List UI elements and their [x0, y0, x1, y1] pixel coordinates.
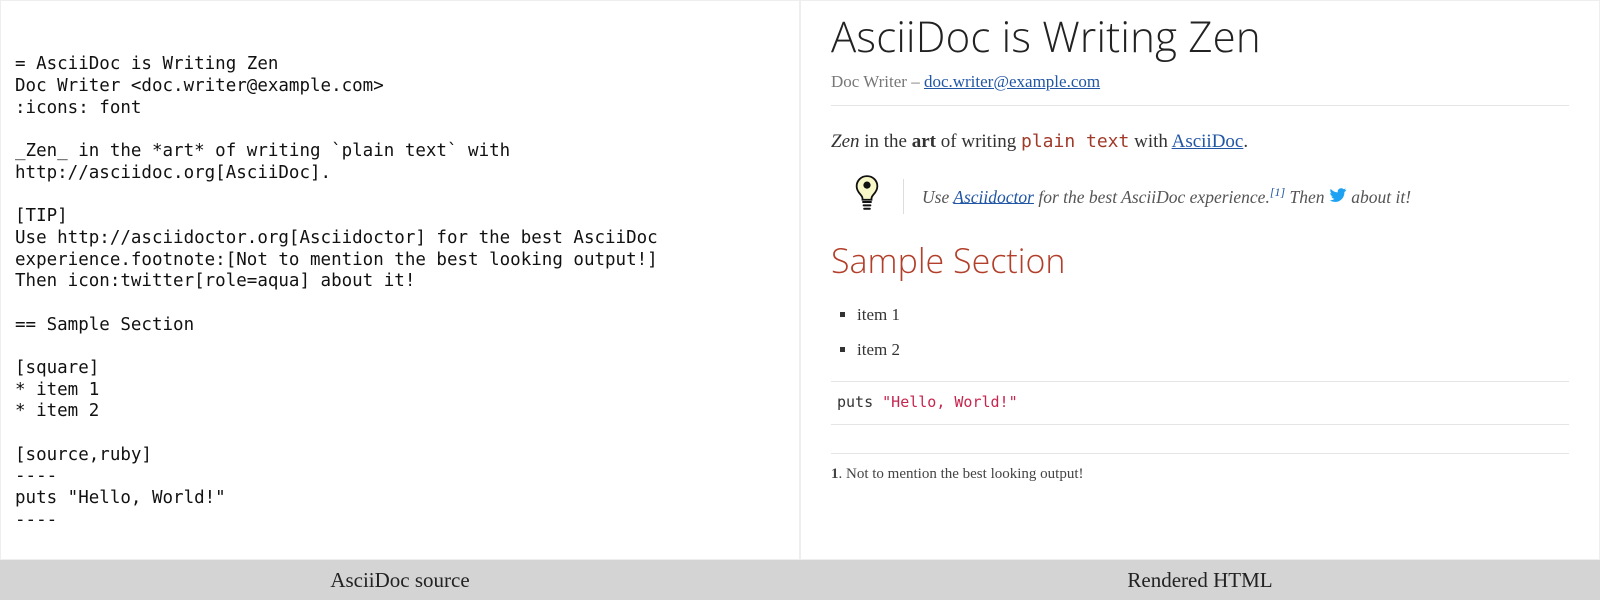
footnote-sep: .	[839, 466, 847, 482]
source-pane: = AsciiDoc is Writing Zen Doc Writer <do…	[0, 0, 800, 560]
inline-code: plain text	[1021, 131, 1129, 152]
text: with	[1129, 131, 1171, 152]
tip-content: Use Asciidoctor for the best AsciiDoc ex…	[922, 176, 1569, 218]
square-list: item 1 item 2	[831, 303, 1569, 362]
text: Then	[1285, 186, 1329, 206]
tip-admonition: Use Asciidoctor for the best AsciiDoc ex…	[831, 175, 1569, 218]
twitter-icon	[1329, 186, 1347, 206]
list-item: item 2	[857, 338, 1569, 363]
text: of writing	[936, 131, 1021, 152]
text: Use	[922, 186, 953, 206]
code-keyword: puts	[837, 393, 882, 411]
code-string: "Hello, World!"	[882, 393, 1017, 411]
preamble-paragraph: Zen in the art of writing plain text wit…	[831, 128, 1569, 156]
author-email-link[interactable]: doc.writer@example.com	[924, 72, 1100, 91]
zen-emphasis: Zen	[831, 131, 860, 152]
text: for the best AsciiDoc experience.	[1034, 186, 1270, 206]
footnotes: 1. Not to mention the best looking outpu…	[831, 453, 1569, 486]
footnote-ref-1[interactable]: [1]	[1270, 185, 1285, 199]
source-code-block: puts "Hello, World!"	[831, 381, 1569, 425]
render-pane: AsciiDoc is Writing Zen Doc Writer – doc…	[800, 0, 1600, 560]
text: in the	[860, 131, 912, 152]
section-heading: Sample Section	[831, 236, 1569, 285]
asciidoc-link[interactable]: AsciiDoc	[1172, 131, 1244, 152]
footnote-number: 1	[831, 466, 839, 482]
tip-separator	[903, 179, 904, 214]
asciidoctor-link[interactable]: Asciidoctor	[953, 186, 1034, 206]
list-item: item 1	[857, 303, 1569, 328]
doc-title: AsciiDoc is Writing Zen	[831, 7, 1569, 68]
text: .	[1243, 131, 1248, 152]
art-strong: art	[912, 131, 936, 152]
asciidoc-source-text: = AsciiDoc is Writing Zen Doc Writer <do…	[15, 54, 785, 531]
doc-author-line: Doc Writer – doc.writer@example.com	[831, 70, 1569, 106]
footnote-text: Not to mention the best looking output!	[846, 466, 1083, 482]
caption-bar: AsciiDoc source Rendered HTML	[0, 560, 1600, 600]
author-name: Doc Writer	[831, 72, 907, 91]
tip-icon-cell	[831, 175, 903, 218]
lightbulb-icon	[853, 175, 881, 218]
split-panes: = AsciiDoc is Writing Zen Doc Writer <do…	[0, 0, 1600, 560]
author-separator: –	[907, 72, 924, 91]
caption-right: Rendered HTML	[800, 560, 1600, 600]
text: about it!	[1347, 186, 1411, 206]
caption-left: AsciiDoc source	[0, 560, 800, 600]
